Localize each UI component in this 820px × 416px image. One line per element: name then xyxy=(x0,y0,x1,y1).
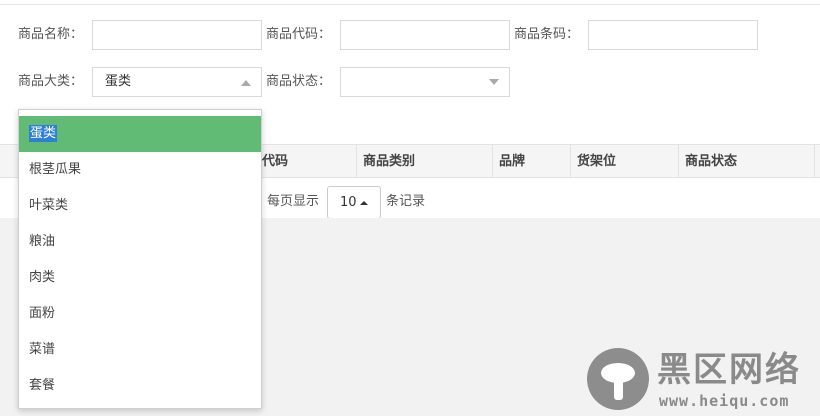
category-select-value: 蛋类 xyxy=(105,74,132,89)
barcode-input[interactable] xyxy=(588,20,758,50)
dropdown-option[interactable]: 肉类 xyxy=(19,260,261,296)
product-code-input[interactable] xyxy=(340,20,510,50)
caret-up-icon xyxy=(241,80,251,86)
dropdown-option[interactable]: 叶菜类 xyxy=(19,188,261,224)
column-header-overflow xyxy=(814,145,820,178)
category-dropdown: 蛋类 根茎瓜果 叶菜类 粮油 肉类 面粉 菜谱 套餐 xyxy=(18,109,262,409)
category-select[interactable]: 蛋类 xyxy=(92,67,262,97)
product-name-label: 商品名称： xyxy=(18,27,84,42)
dropdown-option[interactable]: 面粉 xyxy=(19,296,261,332)
caret-down-icon xyxy=(489,79,499,85)
dropdown-option[interactable]: 蛋类 xyxy=(19,116,261,152)
watermark-title: 黑区网络 xyxy=(657,350,801,390)
status-label: 商品状态： xyxy=(266,74,332,89)
status-select[interactable] xyxy=(340,67,510,97)
site-watermark: 黑区网络 www.heiqu.com xyxy=(587,348,820,414)
watermark-logo-icon xyxy=(587,348,649,410)
column-header-status[interactable]: 商品状态 xyxy=(678,145,814,178)
page-size-value: 10 xyxy=(340,195,357,210)
per-page-suffix: 条记录 xyxy=(386,194,426,209)
barcode-label: 商品条码： xyxy=(514,27,580,42)
column-header-shelf[interactable]: 货架位 xyxy=(570,145,678,178)
dropdown-option[interactable]: 菜谱 xyxy=(19,332,261,368)
top-divider xyxy=(0,4,820,5)
product-name-input[interactable] xyxy=(92,20,262,50)
dropdown-option[interactable]: 根茎瓜果 xyxy=(19,152,261,188)
dropdown-option[interactable]: 套餐 xyxy=(19,368,261,404)
column-header-category[interactable]: 商品类别 xyxy=(356,145,492,178)
column-header-brand[interactable]: 品牌 xyxy=(492,145,570,178)
watermark-url: www.heiqu.com xyxy=(659,392,790,410)
caret-up-icon xyxy=(360,201,368,205)
dropdown-option[interactable]: 粮油 xyxy=(19,224,261,260)
per-page-prefix: 每页显示 xyxy=(267,194,320,209)
product-code-label: 商品代码： xyxy=(266,27,332,42)
column-header-code[interactable]: 代码 xyxy=(256,145,356,178)
page-size-select[interactable]: 10 xyxy=(327,186,381,219)
category-label: 商品大类： xyxy=(18,74,84,89)
